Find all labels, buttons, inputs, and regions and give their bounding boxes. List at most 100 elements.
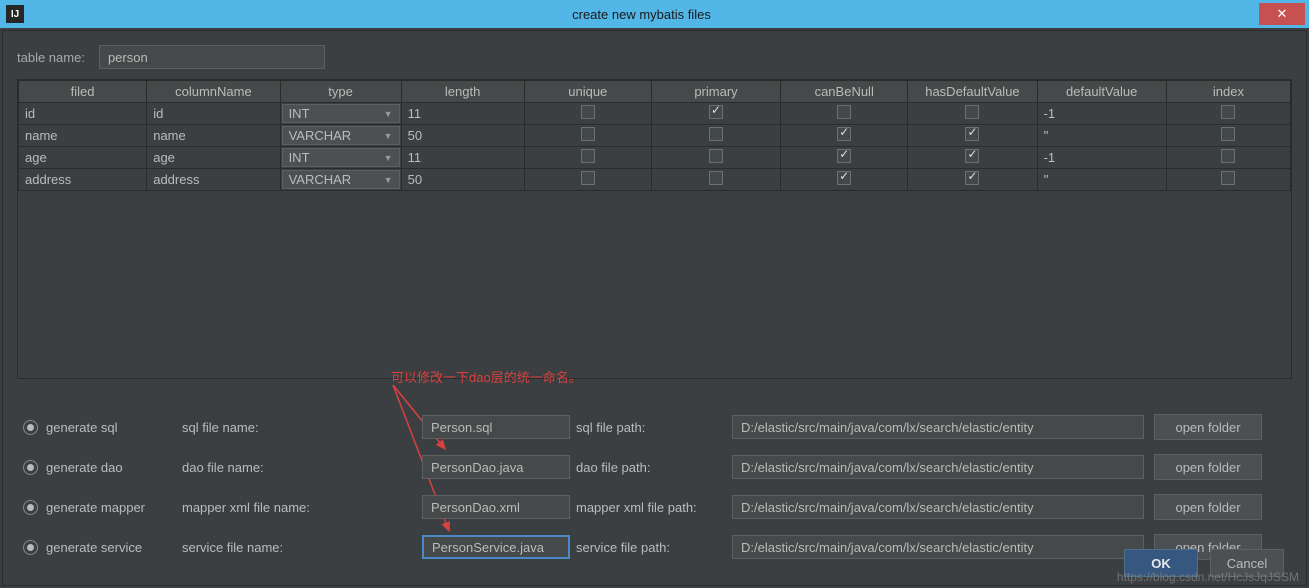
checkbox[interactable]	[709, 105, 723, 119]
cell	[651, 169, 780, 191]
type-dropdown[interactable]: INT▼	[282, 148, 400, 167]
filename-input[interactable]	[422, 455, 570, 479]
tablename-input[interactable]	[99, 45, 325, 69]
type-dropdown[interactable]: INT▼	[282, 104, 400, 123]
filepath-label: mapper xml file path:	[576, 500, 732, 515]
checkbox[interactable]	[965, 171, 979, 185]
filepath-label: sql file path:	[576, 420, 732, 435]
checkbox[interactable]	[837, 149, 851, 163]
cell	[908, 125, 1037, 147]
col-header-columnName[interactable]: columnName	[147, 81, 280, 103]
col-header-filed[interactable]: filed	[19, 81, 147, 103]
filepath-label: dao file path:	[576, 460, 732, 475]
filename-label: mapper xml file name:	[182, 500, 422, 515]
cell	[1166, 147, 1290, 169]
cell[interactable]: INT▼	[280, 147, 401, 169]
cell[interactable]: 50	[401, 169, 524, 191]
filepath-input[interactable]	[732, 535, 1144, 559]
gen-label: generate mapper	[46, 500, 182, 515]
checkbox[interactable]	[1221, 127, 1235, 141]
cell	[524, 125, 651, 147]
col-header-type[interactable]: type	[280, 81, 401, 103]
checkbox[interactable]	[1221, 171, 1235, 185]
checkbox[interactable]	[709, 149, 723, 163]
cell	[524, 147, 651, 169]
checkbox[interactable]	[581, 105, 595, 119]
cell	[524, 103, 651, 125]
filename-input[interactable]	[422, 415, 570, 439]
cell	[1166, 169, 1290, 191]
gen-label: generate service	[46, 540, 182, 555]
checkbox[interactable]	[965, 149, 979, 163]
cell[interactable]: id	[147, 103, 280, 125]
cell	[908, 169, 1037, 191]
checkbox[interactable]	[581, 149, 595, 163]
gen-label: generate dao	[46, 460, 182, 475]
type-dropdown[interactable]: VARCHAR▼	[282, 126, 400, 145]
cell[interactable]: 50	[401, 125, 524, 147]
type-dropdown[interactable]: VARCHAR▼	[282, 170, 400, 189]
col-header-defaultValue[interactable]: defaultValue	[1037, 81, 1166, 103]
checkbox[interactable]	[1221, 105, 1235, 119]
fields-table: filedcolumnNametypelengthuniqueprimaryca…	[18, 80, 1291, 191]
radio[interactable]	[23, 540, 38, 555]
checkbox[interactable]	[837, 105, 851, 119]
col-header-length[interactable]: length	[401, 81, 524, 103]
cell[interactable]: age	[147, 147, 280, 169]
filepath-input[interactable]	[732, 455, 1144, 479]
filepath-input[interactable]	[732, 415, 1144, 439]
checkbox[interactable]	[581, 171, 595, 185]
open-folder-button[interactable]: open folder	[1154, 494, 1262, 520]
checkbox[interactable]	[837, 171, 851, 185]
cell	[781, 125, 908, 147]
cell[interactable]: name	[19, 125, 147, 147]
checkbox[interactable]	[837, 127, 851, 141]
radio[interactable]	[23, 460, 38, 475]
filename-label: service file name:	[182, 540, 422, 555]
cell	[651, 147, 780, 169]
watermark: https://blog.csdn.net/HcJsJqJSSM	[1117, 570, 1299, 584]
col-header-unique[interactable]: unique	[524, 81, 651, 103]
cell[interactable]: age	[19, 147, 147, 169]
checkbox[interactable]	[1221, 149, 1235, 163]
cell[interactable]: -1	[1037, 103, 1166, 125]
filename-input[interactable]	[422, 535, 570, 559]
generate-row: generate sqlsql file name:sql file path:…	[23, 414, 1286, 440]
col-header-primary[interactable]: primary	[651, 81, 780, 103]
col-header-canBeNull[interactable]: canBeNull	[781, 81, 908, 103]
annotation-text: 可以修改一下dao层的统一命名。	[391, 367, 582, 386]
checkbox[interactable]	[709, 127, 723, 141]
cell[interactable]: name	[147, 125, 280, 147]
radio[interactable]	[23, 420, 38, 435]
checkbox[interactable]	[965, 105, 979, 119]
open-folder-button[interactable]: open folder	[1154, 414, 1262, 440]
checkbox[interactable]	[581, 127, 595, 141]
cell	[1166, 103, 1290, 125]
checkbox[interactable]	[709, 171, 723, 185]
cell[interactable]: 11	[401, 147, 524, 169]
checkbox[interactable]	[965, 127, 979, 141]
col-header-index[interactable]: index	[1166, 81, 1290, 103]
filename-input[interactable]	[422, 495, 570, 519]
cell[interactable]: -1	[1037, 147, 1166, 169]
cell	[781, 147, 908, 169]
cell[interactable]: ''	[1037, 169, 1166, 191]
cell[interactable]: address	[147, 169, 280, 191]
cell[interactable]: ''	[1037, 125, 1166, 147]
cell	[908, 147, 1037, 169]
chevron-down-icon: ▼	[384, 131, 393, 141]
cell[interactable]: address	[19, 169, 147, 191]
col-header-hasDefaultValue[interactable]: hasDefaultValue	[908, 81, 1037, 103]
table-row: ageageINT▼11-1	[19, 147, 1291, 169]
cell[interactable]: VARCHAR▼	[280, 125, 401, 147]
cell	[908, 103, 1037, 125]
cell[interactable]: 11	[401, 103, 524, 125]
cell[interactable]: INT▼	[280, 103, 401, 125]
cell[interactable]: VARCHAR▼	[280, 169, 401, 191]
cell	[781, 103, 908, 125]
open-folder-button[interactable]: open folder	[1154, 454, 1262, 480]
close-button[interactable]: ✕	[1259, 3, 1305, 25]
filepath-input[interactable]	[732, 495, 1144, 519]
cell[interactable]: id	[19, 103, 147, 125]
radio[interactable]	[23, 500, 38, 515]
